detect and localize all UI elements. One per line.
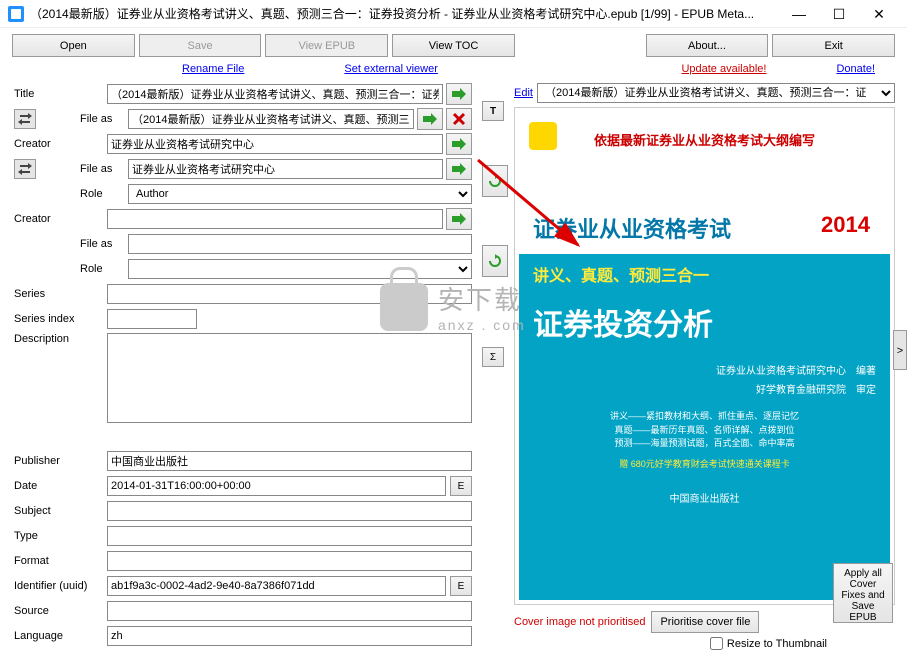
creator1-input[interactable] <box>107 134 443 154</box>
window-title: （2014最新版）证券业从业资格考试讲义、真题、预测三合一：证券投资分析 - 证… <box>30 5 779 22</box>
creator1-fileas-label: File as <box>80 163 128 175</box>
creator2-role-label: Role <box>80 263 128 275</box>
source-input[interactable] <box>107 601 472 621</box>
cover-header: 证券业从业资格考试 <box>533 212 731 244</box>
refresh-creator1-button[interactable] <box>482 165 508 197</box>
title-fileas-input[interactable] <box>128 109 414 129</box>
cover-warning: Cover image not prioritised <box>514 616 645 628</box>
resize-thumbnail-checkbox[interactable] <box>710 637 723 650</box>
resize-thumbnail-label: Resize to Thumbnail <box>727 638 827 650</box>
save-button[interactable]: Save <box>139 34 262 57</box>
t-button[interactable]: T <box>482 101 504 121</box>
series-input[interactable] <box>107 284 472 304</box>
creator2-fileas-label: File as <box>80 238 128 250</box>
subject-input[interactable] <box>107 501 472 521</box>
title-label: Title <box>12 88 107 100</box>
publisher-label: Publisher <box>12 455 107 467</box>
title-input[interactable] <box>107 84 443 104</box>
cover-preview: 依据最新证券业从业资格考试大纲编写 证券业从业资格考试 2014 讲义、真题、预… <box>514 107 895 605</box>
identifier-label: Identifier (uuid) <box>12 580 107 592</box>
creator1-role-select[interactable]: Author <box>128 184 472 204</box>
creator2-label: Creator <box>12 213 107 225</box>
description-label: Description <box>12 333 107 345</box>
creator1-label: Creator <box>12 138 107 150</box>
creator2-fileas-input[interactable] <box>128 234 472 254</box>
title-arrow-button[interactable] <box>446 83 472 105</box>
type-label: Type <box>12 530 107 542</box>
cover-bonus: 赠 680元好学教育财会考试快速通关课程卡 <box>519 457 890 470</box>
identifier-input[interactable] <box>107 576 446 596</box>
cover-tagline: 依据最新证券业从业资格考试大纲编写 <box>519 112 890 149</box>
close-button[interactable]: ✕ <box>859 1 899 27</box>
creator1-arrow-button[interactable] <box>446 133 472 155</box>
exit-button[interactable]: Exit <box>772 34 895 57</box>
edit-link[interactable]: Edit <box>514 87 533 99</box>
maximize-button[interactable]: ☐ <box>819 1 859 27</box>
open-button[interactable]: Open <box>12 34 135 57</box>
creator1-fileas-arrow-button[interactable] <box>446 158 472 180</box>
title-delete-button[interactable] <box>446 108 472 130</box>
date-e-button[interactable]: E <box>450 476 472 496</box>
prioritise-cover-button[interactable]: Prioritise cover file <box>651 611 759 633</box>
subject-label: Subject <box>12 505 107 517</box>
cover-year: 2014 <box>815 212 876 244</box>
title-fileas-arrow-button[interactable] <box>417 108 443 130</box>
type-input[interactable] <box>107 526 472 546</box>
identifier-e-button[interactable]: E <box>450 576 472 596</box>
app-icon <box>8 6 24 22</box>
date-input[interactable] <box>107 476 446 496</box>
creator1-swap-button[interactable] <box>14 159 36 179</box>
format-input[interactable] <box>107 551 472 571</box>
source-label: Source <box>12 605 107 617</box>
title-fileas-label: File as <box>80 113 128 125</box>
cover-publisher: 中国商业出版社 <box>519 490 890 513</box>
series-index-input[interactable] <box>107 309 197 329</box>
format-label: Format <box>12 555 107 567</box>
view-epub-button[interactable]: View EPUB <box>265 34 388 57</box>
language-input[interactable] <box>107 626 472 646</box>
creator2-arrow-button[interactable] <box>446 208 472 230</box>
refresh-creator2-button[interactable] <box>482 245 508 277</box>
rename-file-link[interactable]: Rename File <box>182 63 244 75</box>
creator2-input[interactable] <box>107 209 443 229</box>
creator1-role-label: Role <box>80 188 128 200</box>
creator1-fileas-input[interactable] <box>128 159 443 179</box>
language-label: Language <box>12 630 107 642</box>
view-toc-button[interactable]: View TOC <box>392 34 515 57</box>
donate-link[interactable]: Donate! <box>836 63 875 75</box>
date-label: Date <box>12 480 107 492</box>
side-expand-button[interactable]: > <box>893 330 907 370</box>
minimize-button[interactable]: — <box>779 1 819 27</box>
publisher-input[interactable] <box>107 451 472 471</box>
cover-author2: 好学教育金融研究院 审定 <box>519 379 890 398</box>
cover-dropdown[interactable]: （2014最新版）证券业从业资格考试讲义、真题、预测三合一：证 <box>537 83 895 103</box>
cover-title: 证券投资分析 <box>519 294 890 360</box>
title-swap-button[interactable] <box>14 109 36 129</box>
set-viewer-link[interactable]: Set external viewer <box>344 63 438 75</box>
logo-icon <box>529 122 557 150</box>
series-index-label: Series index <box>12 313 107 325</box>
update-link[interactable]: Update available! <box>681 63 766 75</box>
cover-author1: 证券业从业资格考试研究中心 编著 <box>519 360 890 379</box>
series-label: Series <box>12 288 107 300</box>
apply-fixes-button[interactable]: Apply all Cover Fixes and Save EPUB <box>833 563 893 623</box>
about-button[interactable]: About... <box>646 34 769 57</box>
cover-subtitle: 讲义、真题、预测三合一 <box>519 254 890 294</box>
creator2-role-select[interactable] <box>128 259 472 279</box>
sigma-button[interactable]: Σ <box>482 347 504 367</box>
description-input[interactable] <box>107 333 472 423</box>
